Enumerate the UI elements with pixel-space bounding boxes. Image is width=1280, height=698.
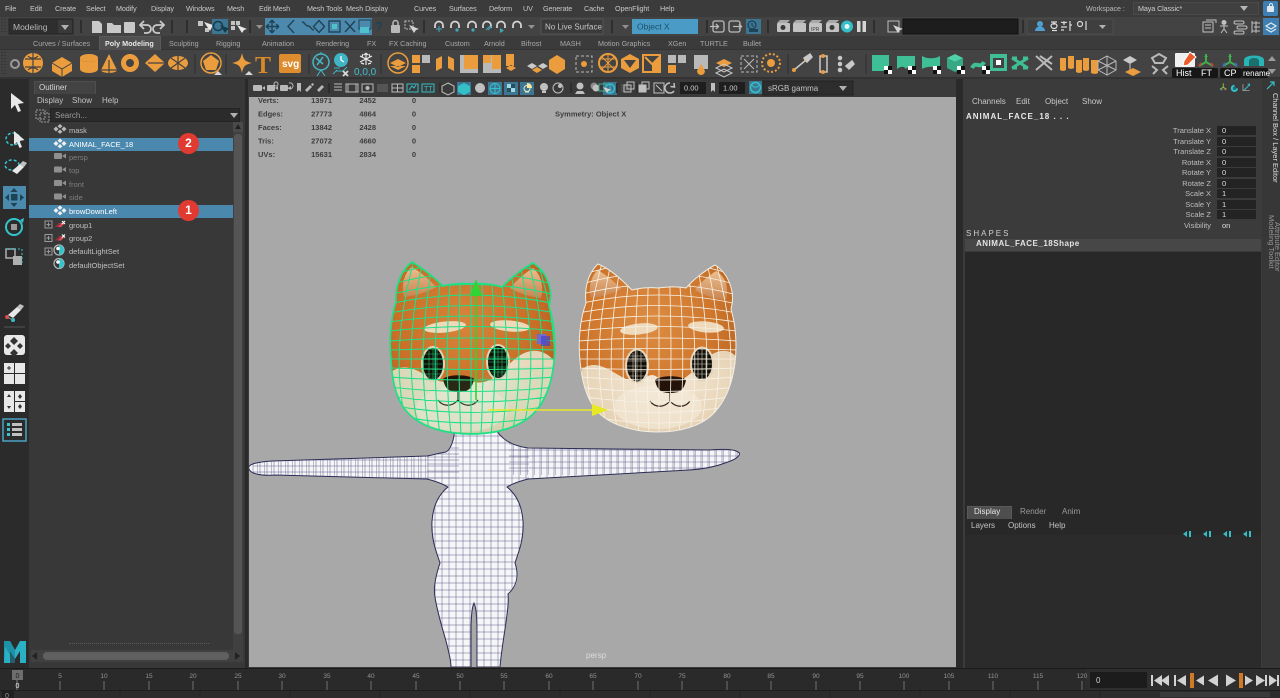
svg-text:85: 85 bbox=[767, 673, 775, 680]
svg-text:95: 95 bbox=[856, 673, 864, 680]
svg-text:120: 120 bbox=[1077, 673, 1088, 680]
svg-text:Symmetry: Object X: Symmetry: Object X bbox=[555, 110, 626, 119]
svg-text:svg: svg bbox=[282, 59, 299, 70]
svg-text:115: 115 bbox=[1033, 673, 1044, 680]
svg-text:?: ? bbox=[375, 19, 383, 34]
svg-text:4864: 4864 bbox=[359, 110, 377, 119]
svg-text:0: 0 bbox=[412, 97, 416, 105]
svg-text:Verts:: Verts: bbox=[258, 97, 279, 105]
svg-text:FT: FT bbox=[1201, 68, 1212, 78]
svg-text:75: 75 bbox=[678, 673, 686, 680]
svg-text:Edges:: Edges: bbox=[258, 110, 283, 119]
svg-text:15: 15 bbox=[145, 673, 153, 680]
svg-text:13842: 13842 bbox=[311, 123, 332, 132]
svg-text:Object X: Object X bbox=[637, 22, 670, 32]
svg-text:No Live Surface: No Live Surface bbox=[545, 23, 602, 32]
svg-text:1.00: 1.00 bbox=[723, 84, 738, 93]
svg-text:Attribute Editor: Attribute Editor bbox=[1273, 222, 1280, 272]
svg-text:0: 0 bbox=[412, 110, 416, 119]
svg-text:105: 105 bbox=[944, 673, 955, 680]
svg-text:CP: CP bbox=[1224, 68, 1237, 78]
svg-text:27072: 27072 bbox=[311, 137, 332, 146]
svg-text:40: 40 bbox=[367, 673, 375, 680]
svg-text:60: 60 bbox=[545, 673, 553, 680]
svg-text:0: 0 bbox=[1096, 676, 1101, 685]
svg-text:Tris:: Tris: bbox=[258, 137, 274, 146]
svg-text:Hist: Hist bbox=[1176, 68, 1192, 78]
svg-text:4660: 4660 bbox=[359, 137, 376, 146]
svg-text:0,0,0: 0,0,0 bbox=[354, 67, 377, 78]
svg-text:5: 5 bbox=[58, 673, 62, 680]
svg-text:20: 20 bbox=[189, 673, 197, 680]
svg-text:25: 25 bbox=[234, 673, 242, 680]
svg-text:UVs:: UVs: bbox=[258, 150, 275, 159]
svg-text:2834: 2834 bbox=[359, 150, 377, 159]
svg-text:45: 45 bbox=[412, 673, 420, 680]
svg-text:0: 0 bbox=[5, 693, 9, 698]
svg-text:Faces:: Faces: bbox=[258, 123, 282, 132]
svg-text:2452: 2452 bbox=[359, 97, 376, 105]
svg-text:90: 90 bbox=[812, 673, 820, 680]
svg-text:70: 70 bbox=[634, 673, 642, 680]
svg-text:15631: 15631 bbox=[311, 150, 332, 159]
svg-text:IPR: IPR bbox=[811, 27, 820, 33]
svg-text:2428: 2428 bbox=[359, 123, 376, 132]
svg-text:rename: rename bbox=[1243, 69, 1271, 78]
svg-text:100: 100 bbox=[899, 673, 910, 680]
svg-text:50: 50 bbox=[456, 673, 464, 680]
svg-text:0: 0 bbox=[412, 137, 416, 146]
svg-text:0: 0 bbox=[412, 150, 416, 159]
svg-text:35: 35 bbox=[323, 673, 331, 680]
svg-text:110: 110 bbox=[988, 673, 999, 680]
svg-text:TT: TT bbox=[424, 86, 433, 93]
svg-text:0: 0 bbox=[16, 683, 20, 690]
svg-text:0: 0 bbox=[412, 123, 416, 132]
svg-text:Modeling: Modeling bbox=[13, 22, 48, 32]
svg-text:65: 65 bbox=[589, 673, 597, 680]
svg-text:sRGB gamma: sRGB gamma bbox=[768, 84, 819, 93]
svg-text:55: 55 bbox=[500, 673, 508, 680]
svg-text:80: 80 bbox=[723, 673, 731, 680]
svg-text:0.00: 0.00 bbox=[684, 84, 699, 93]
svg-text:0: 0 bbox=[16, 673, 20, 680]
svg-text:10: 10 bbox=[100, 673, 108, 680]
svg-text:persp: persp bbox=[586, 651, 607, 660]
svg-text:13971: 13971 bbox=[311, 97, 332, 105]
svg-text:T: T bbox=[255, 53, 271, 79]
svg-text:Channel Box / Layer Editor: Channel Box / Layer Editor bbox=[1271, 93, 1280, 183]
svg-text:27773: 27773 bbox=[311, 110, 332, 119]
svg-text:30: 30 bbox=[278, 673, 286, 680]
